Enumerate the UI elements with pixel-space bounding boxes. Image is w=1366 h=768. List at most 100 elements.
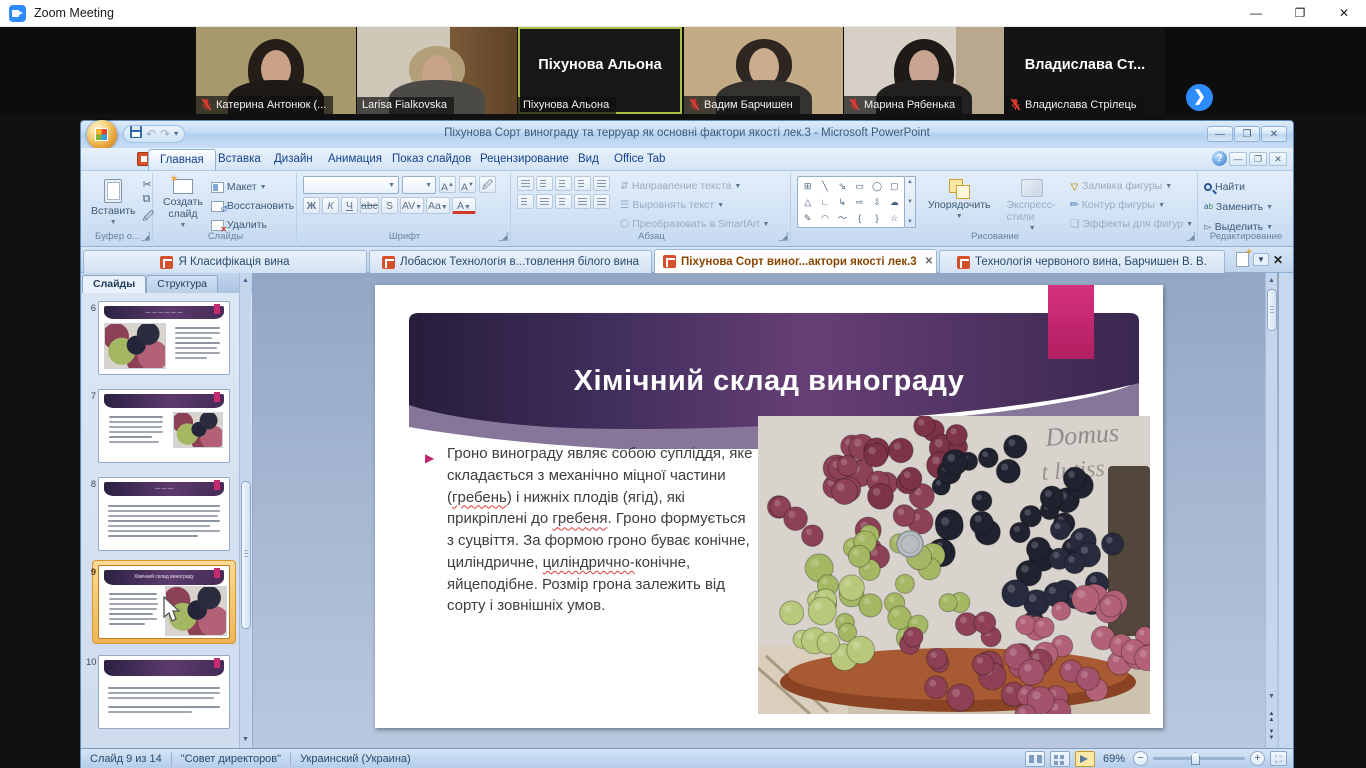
participant-tile[interactable]: Вадим Барчишен bbox=[684, 27, 843, 114]
zoom-in-button[interactable]: + bbox=[1250, 751, 1265, 766]
replace-button[interactable]: abЗаменить▼ bbox=[1204, 198, 1288, 216]
child-minimize-button[interactable]: — bbox=[1229, 152, 1247, 166]
next-slide-button[interactable]: ▼▼ bbox=[1266, 729, 1277, 741]
reset-button[interactable]: Восстановить bbox=[211, 197, 294, 215]
participant-tile[interactable]: Катерина Антонюк (... bbox=[196, 27, 356, 114]
slide-10-thumbnail[interactable] bbox=[98, 655, 230, 729]
align-left-button[interactable] bbox=[517, 194, 534, 209]
align-text-button[interactable]: ☰Выровнять текст▼ bbox=[620, 196, 769, 214]
font-name-combobox[interactable]: ▼ bbox=[303, 176, 399, 194]
shapes-gallery-scroll[interactable]: ▲▼▼ bbox=[905, 176, 916, 228]
bullets-button[interactable] bbox=[517, 176, 534, 191]
participant-tile[interactable]: Larisa Fialkovska bbox=[357, 27, 517, 114]
shape-fill-button[interactable]: 🜄Заливка фигуры▼ bbox=[1070, 177, 1193, 195]
tab-review[interactable]: Рецензирование bbox=[469, 149, 580, 170]
shape-right-brace-icon[interactable]: } bbox=[875, 214, 878, 223]
panel-tab-outline[interactable]: Структура bbox=[146, 275, 218, 293]
character-spacing-button[interactable]: AV▼ bbox=[400, 197, 424, 214]
zoom-out-button[interactable]: − bbox=[1133, 751, 1148, 766]
zoom-minimize-button[interactable]: — bbox=[1234, 0, 1278, 27]
shape-rounded-rect-icon[interactable]: ▢ bbox=[890, 182, 899, 191]
slide-7-thumbnail[interactable] bbox=[98, 389, 230, 463]
participant-tile-active-speaker[interactable]: Піхунова Альона Піхунова Альона bbox=[518, 27, 682, 114]
shapes-gallery[interactable]: ⊞╲⇘▭◯▢ △∟↳⇨⇩☁ ✎◠〜{}☆ bbox=[797, 176, 905, 228]
change-case-button[interactable]: Aa▼ bbox=[426, 197, 450, 214]
bold-button[interactable]: Ж bbox=[303, 197, 320, 214]
clear-formatting-button[interactable]: 🖉 bbox=[479, 176, 496, 193]
justify-button[interactable] bbox=[574, 194, 591, 209]
panel-tab-slides[interactable]: Слайды bbox=[82, 275, 146, 293]
tab-slideshow[interactable]: Показ слайдов bbox=[381, 149, 482, 170]
shape-textbox-icon[interactable]: ⊞ bbox=[804, 182, 812, 191]
normal-view-button[interactable] bbox=[1025, 751, 1045, 767]
participant-tile[interactable]: Марина Рябенька bbox=[844, 27, 1004, 114]
paragraph-dialog-launcher[interactable] bbox=[779, 232, 788, 241]
align-center-button[interactable] bbox=[536, 194, 553, 209]
text-direction-button[interactable]: ⇵Направление текста▼ bbox=[620, 177, 769, 195]
new-document-tab-button[interactable] bbox=[1236, 252, 1249, 267]
ppt-close-button[interactable]: ✕ bbox=[1261, 126, 1287, 142]
font-color-button[interactable]: A▼ bbox=[452, 197, 476, 214]
scrollbar-thumb[interactable] bbox=[241, 481, 251, 629]
quick-styles-button[interactable]: Экспресс-стили▼ bbox=[1002, 176, 1061, 235]
tab-list-dropdown[interactable]: ▼ bbox=[1253, 253, 1269, 266]
find-button[interactable]: Найти bbox=[1204, 178, 1288, 196]
doc-tab-close-icon[interactable]: ✕ bbox=[925, 256, 933, 267]
slide-body-text[interactable]: Гроно винограду являє собою супліддя, як… bbox=[447, 443, 755, 617]
zoom-close-button[interactable]: ✕ bbox=[1322, 0, 1366, 27]
drawing-dialog-launcher[interactable] bbox=[1186, 232, 1195, 241]
tab-office-tab[interactable]: Office Tab bbox=[603, 149, 676, 170]
child-close-button[interactable]: ✕ bbox=[1269, 152, 1287, 166]
scrollbar-thumb[interactable] bbox=[1267, 289, 1277, 331]
shape-triangle-icon[interactable]: △ bbox=[804, 198, 811, 207]
ppt-minimize-button[interactable]: — bbox=[1207, 126, 1233, 142]
shape-star-icon[interactable]: ☆ bbox=[890, 214, 898, 223]
doc-tab[interactable]: Я Класифікація вина bbox=[83, 250, 367, 273]
help-button[interactable]: ? bbox=[1212, 151, 1227, 166]
text-shadow-button[interactable]: S bbox=[381, 197, 398, 214]
format-painter-icon[interactable]: 🖉 bbox=[143, 208, 155, 227]
shape-down-arrow-icon[interactable]: ⇩ bbox=[873, 198, 881, 207]
copy-icon[interactable]: ⧉ bbox=[143, 193, 155, 206]
fit-to-window-button[interactable]: ⛶ bbox=[1270, 751, 1287, 766]
grow-font-button[interactable]: A▲ bbox=[439, 176, 456, 193]
font-size-combobox[interactable]: ▼ bbox=[402, 176, 436, 194]
grapes-photo[interactable]: Domus t lutiss bbox=[758, 416, 1150, 714]
doc-tab-active[interactable]: Піхунова Сорт виног...актори якості лек.… bbox=[654, 249, 937, 273]
shape-rectangle-icon[interactable]: ▭ bbox=[855, 182, 864, 191]
doc-tab[interactable]: Лобасюк Технологія в...товлення білого в… bbox=[369, 250, 652, 273]
zoom-maximize-button[interactable]: ❐ bbox=[1278, 0, 1322, 27]
next-participants-button[interactable]: ❯ bbox=[1186, 84, 1213, 111]
scroll-down-icon[interactable]: ▼ bbox=[240, 734, 251, 746]
decrease-indent-button[interactable] bbox=[555, 176, 572, 191]
slide-6-thumbnail[interactable]: — — — — — — bbox=[98, 301, 230, 375]
zoom-slider[interactable] bbox=[1153, 757, 1245, 760]
shape-line-icon[interactable]: ╲ bbox=[822, 182, 827, 191]
align-right-button[interactable] bbox=[555, 194, 572, 209]
new-slide-button[interactable]: Создать слайд▼ bbox=[159, 176, 207, 234]
shape-left-brace-icon[interactable]: { bbox=[858, 214, 861, 223]
strikethrough-button[interactable]: abc bbox=[360, 197, 379, 214]
italic-button[interactable]: К bbox=[322, 197, 339, 214]
tab-home[interactable]: Главная bbox=[148, 149, 216, 170]
shape-arc-icon[interactable]: ◠ bbox=[821, 214, 829, 223]
shape-elbow-icon[interactable]: ∟ bbox=[821, 198, 830, 207]
slide-editing-area[interactable]: Хімічний склад винограду ▶ Гроно виногра… bbox=[253, 273, 1279, 748]
scroll-up-icon[interactable]: ▲ bbox=[1266, 275, 1277, 287]
shape-connector-icon[interactable]: ↳ bbox=[839, 198, 847, 207]
shape-arrow-icon[interactable]: ⇘ bbox=[839, 182, 847, 191]
slide-9-thumbnail[interactable]: Хімічний склад винограду bbox=[98, 565, 230, 639]
clipboard-dialog-launcher[interactable] bbox=[141, 232, 150, 241]
current-slide-canvas[interactable]: Хімічний склад винограду ▶ Гроно виногра… bbox=[375, 285, 1163, 728]
zoom-slider-thumb[interactable] bbox=[1191, 752, 1200, 765]
numbering-button[interactable] bbox=[536, 176, 553, 191]
shape-outline-button[interactable]: ✏Контур фигуры▼ bbox=[1070, 196, 1193, 214]
previous-slide-button[interactable]: ▲▲ bbox=[1266, 711, 1277, 723]
slide-show-view-button[interactable] bbox=[1075, 751, 1095, 767]
underline-button[interactable]: Ч bbox=[341, 197, 358, 214]
slide-sorter-view-button[interactable] bbox=[1050, 751, 1070, 767]
paste-button[interactable]: Вставить▼ bbox=[87, 176, 140, 229]
slide-8-thumbnail[interactable]: — — — bbox=[98, 477, 230, 551]
shape-cloud-icon[interactable]: ☁ bbox=[890, 198, 899, 207]
shape-curve-icon[interactable]: 〜 bbox=[838, 214, 847, 223]
